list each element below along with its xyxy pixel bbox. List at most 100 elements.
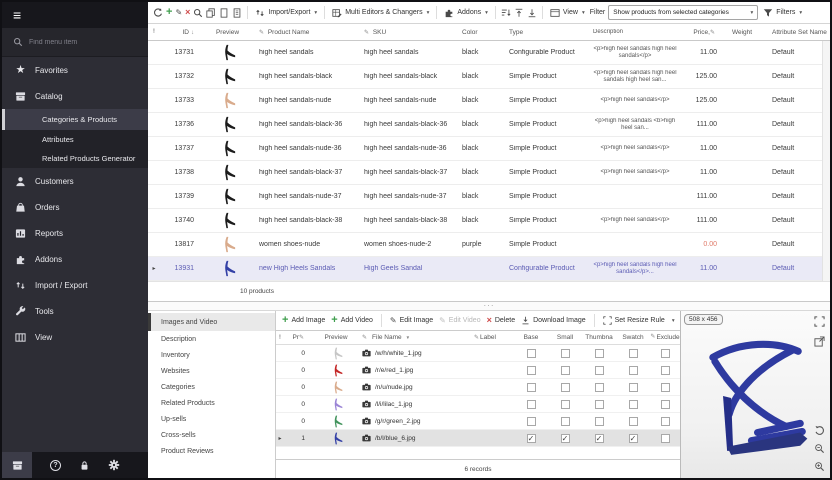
multi-editors-menu[interactable]: Multi Editors & Changers▾ bbox=[330, 7, 431, 19]
product-row[interactable]: 13731high heel sandalshigh heel sandalsb… bbox=[148, 41, 830, 65]
base-checkbox[interactable] bbox=[527, 400, 536, 409]
tab-cross-sells[interactable]: Cross-sells bbox=[148, 427, 275, 443]
sidebar-item-import-export[interactable]: Import / Export bbox=[2, 272, 148, 298]
sidebar-item-orders[interactable]: Orders bbox=[2, 194, 148, 220]
refresh-button[interactable] bbox=[153, 8, 163, 18]
lock-icon[interactable] bbox=[79, 460, 90, 471]
delete-image-button[interactable]: ×Delete bbox=[487, 316, 516, 325]
tab-websites[interactable]: Websites bbox=[148, 363, 275, 379]
tab-related-products[interactable]: Related Products bbox=[148, 395, 275, 411]
col-header-price[interactable]: Price,✎ bbox=[680, 29, 722, 36]
col-header-name[interactable]: ✎ Product Name bbox=[255, 29, 360, 36]
small-checkbox[interactable] bbox=[561, 349, 570, 358]
col-header-preview[interactable]: Preview bbox=[310, 334, 362, 341]
col-header-id[interactable]: ID↓ bbox=[160, 29, 200, 36]
small-checkbox[interactable] bbox=[561, 400, 570, 409]
exclude-checkbox[interactable] bbox=[661, 366, 670, 375]
copy-button[interactable] bbox=[206, 8, 216, 18]
col-header-preview[interactable]: Preview bbox=[200, 29, 255, 36]
image-row[interactable]: 0/g/r/green_2.jpg bbox=[276, 413, 680, 430]
base-checkbox[interactable] bbox=[527, 383, 536, 392]
thumbnail-checkbox[interactable] bbox=[595, 366, 604, 375]
small-checkbox[interactable]: ✓ bbox=[561, 434, 570, 443]
tab-images-and-video[interactable]: Images and Video bbox=[148, 313, 275, 331]
product-row[interactable]: 13738high heel sandals-black-37high heel… bbox=[148, 161, 830, 185]
image-row[interactable]: 0/l/i/lilac_1.jpg bbox=[276, 396, 680, 413]
help-button[interactable]: ? bbox=[50, 460, 61, 471]
sidebar-item-favorites[interactable]: ★Favorites bbox=[2, 57, 148, 83]
rotate-icon[interactable] bbox=[814, 425, 825, 436]
image-row[interactable]: 0/n/u/nude.jpg bbox=[276, 379, 680, 396]
fullscreen-icon[interactable] bbox=[814, 316, 825, 327]
add-image-button[interactable]: +Add Image bbox=[282, 315, 325, 326]
edit-product-button[interactable]: ✎ bbox=[175, 9, 182, 17]
menu-search-input[interactable] bbox=[29, 39, 129, 46]
col-header-small[interactable]: Small bbox=[548, 334, 582, 341]
sidebar-item-customers[interactable]: Customers bbox=[2, 168, 148, 194]
image-row-selected[interactable]: ▸1/b/l/blue_6.jpg✓✓✓✓ bbox=[276, 430, 680, 447]
tab-product-reviews[interactable]: Product Reviews bbox=[148, 443, 275, 459]
product-row[interactable]: 13737high heel sandals-nude-36high heel … bbox=[148, 137, 830, 161]
delete-product-button[interactable]: × bbox=[185, 8, 190, 17]
collapse-levels-button[interactable] bbox=[527, 8, 537, 18]
grid-scrollbar[interactable] bbox=[822, 41, 830, 281]
edit-video-button[interactable]: ✎Edit Video bbox=[439, 317, 481, 325]
zoom-in-icon[interactable] bbox=[814, 461, 825, 472]
tab-description[interactable]: Description bbox=[148, 331, 275, 347]
col-header-priority[interactable]: Pr✎ bbox=[284, 334, 310, 341]
small-checkbox[interactable] bbox=[561, 366, 570, 375]
add-product-button[interactable]: + bbox=[166, 7, 172, 18]
import-export-menu[interactable]: Import/Export▾ bbox=[253, 7, 319, 19]
col-header-file-name[interactable]: ✎File Name▼ bbox=[362, 334, 474, 341]
small-checkbox[interactable] bbox=[561, 383, 570, 392]
swatch-checkbox[interactable] bbox=[629, 400, 638, 409]
thumbnail-checkbox[interactable] bbox=[595, 417, 604, 426]
base-checkbox[interactable] bbox=[527, 366, 536, 375]
col-header-label[interactable]: ✎Label bbox=[474, 334, 514, 341]
base-checkbox[interactable]: ✓ bbox=[527, 434, 536, 443]
product-row[interactable]: 13732high heel sandals-blackhigh heel sa… bbox=[148, 65, 830, 89]
col-header-color[interactable]: Color bbox=[460, 29, 507, 36]
tab-categories[interactable]: Categories bbox=[148, 379, 275, 395]
exclude-checkbox[interactable] bbox=[661, 349, 670, 358]
add-video-button[interactable]: +Add Video bbox=[331, 315, 373, 326]
col-header-type[interactable]: Type bbox=[507, 29, 590, 36]
sidebar-item-catalog[interactable]: Catalog bbox=[2, 83, 148, 109]
col-header-attribute-set[interactable]: Attribute Set Name bbox=[762, 29, 830, 36]
sidebar-item-view[interactable]: View bbox=[2, 324, 148, 350]
addons-menu[interactable]: Addons▾ bbox=[442, 7, 490, 19]
image-row[interactable]: 0/r/e/red_1.jpg bbox=[276, 362, 680, 379]
thumbnail-checkbox[interactable] bbox=[595, 400, 604, 409]
paste-button[interactable] bbox=[219, 8, 229, 18]
col-header-description[interactable]: Description bbox=[590, 29, 680, 36]
sidebar-search[interactable] bbox=[2, 28, 148, 57]
col-header-weight[interactable]: Weight bbox=[722, 29, 762, 36]
col-header-swatch[interactable]: Swatch bbox=[616, 334, 650, 341]
swatch-checkbox[interactable] bbox=[629, 417, 638, 426]
filters-menu[interactable]: Filters▾ bbox=[761, 7, 804, 19]
col-header-base[interactable]: Base bbox=[514, 334, 548, 341]
exclude-checkbox[interactable] bbox=[661, 434, 670, 443]
image-row[interactable]: 0/w/h/white_1.jpg bbox=[276, 345, 680, 362]
exclude-checkbox[interactable] bbox=[661, 400, 670, 409]
product-row[interactable]: 13739high heel sandals-nude-37high heel … bbox=[148, 185, 830, 209]
sidebar-item-categories-products[interactable]: Categories & Products bbox=[2, 109, 148, 130]
sort-button[interactable] bbox=[501, 8, 511, 18]
thumbnail-checkbox[interactable] bbox=[595, 383, 604, 392]
duplicate-button[interactable] bbox=[232, 8, 242, 18]
zoom-out-icon[interactable] bbox=[814, 443, 825, 454]
view-menu[interactable]: View▾ bbox=[548, 7, 587, 19]
col-header-sku[interactable]: ✎ SKU bbox=[360, 29, 460, 36]
base-checkbox[interactable] bbox=[527, 349, 536, 358]
tab-up-sells[interactable]: Up-sells bbox=[148, 411, 275, 427]
expand-levels-button[interactable] bbox=[514, 8, 524, 18]
swatch-checkbox[interactable] bbox=[629, 366, 638, 375]
product-row[interactable]: 13733high heel sandals-nudehigh heel san… bbox=[148, 89, 830, 113]
open-external-icon[interactable] bbox=[814, 336, 825, 347]
swatch-checkbox[interactable]: ✓ bbox=[629, 434, 638, 443]
product-row[interactable]: 13740high heel sandals-black-38high heel… bbox=[148, 209, 830, 233]
swatch-checkbox[interactable] bbox=[629, 349, 638, 358]
tab-inventory[interactable]: Inventory bbox=[148, 347, 275, 363]
download-image-button[interactable]: Download Image bbox=[521, 316, 586, 325]
col-header-exclude[interactable]: ✎Exclude bbox=[650, 334, 680, 341]
